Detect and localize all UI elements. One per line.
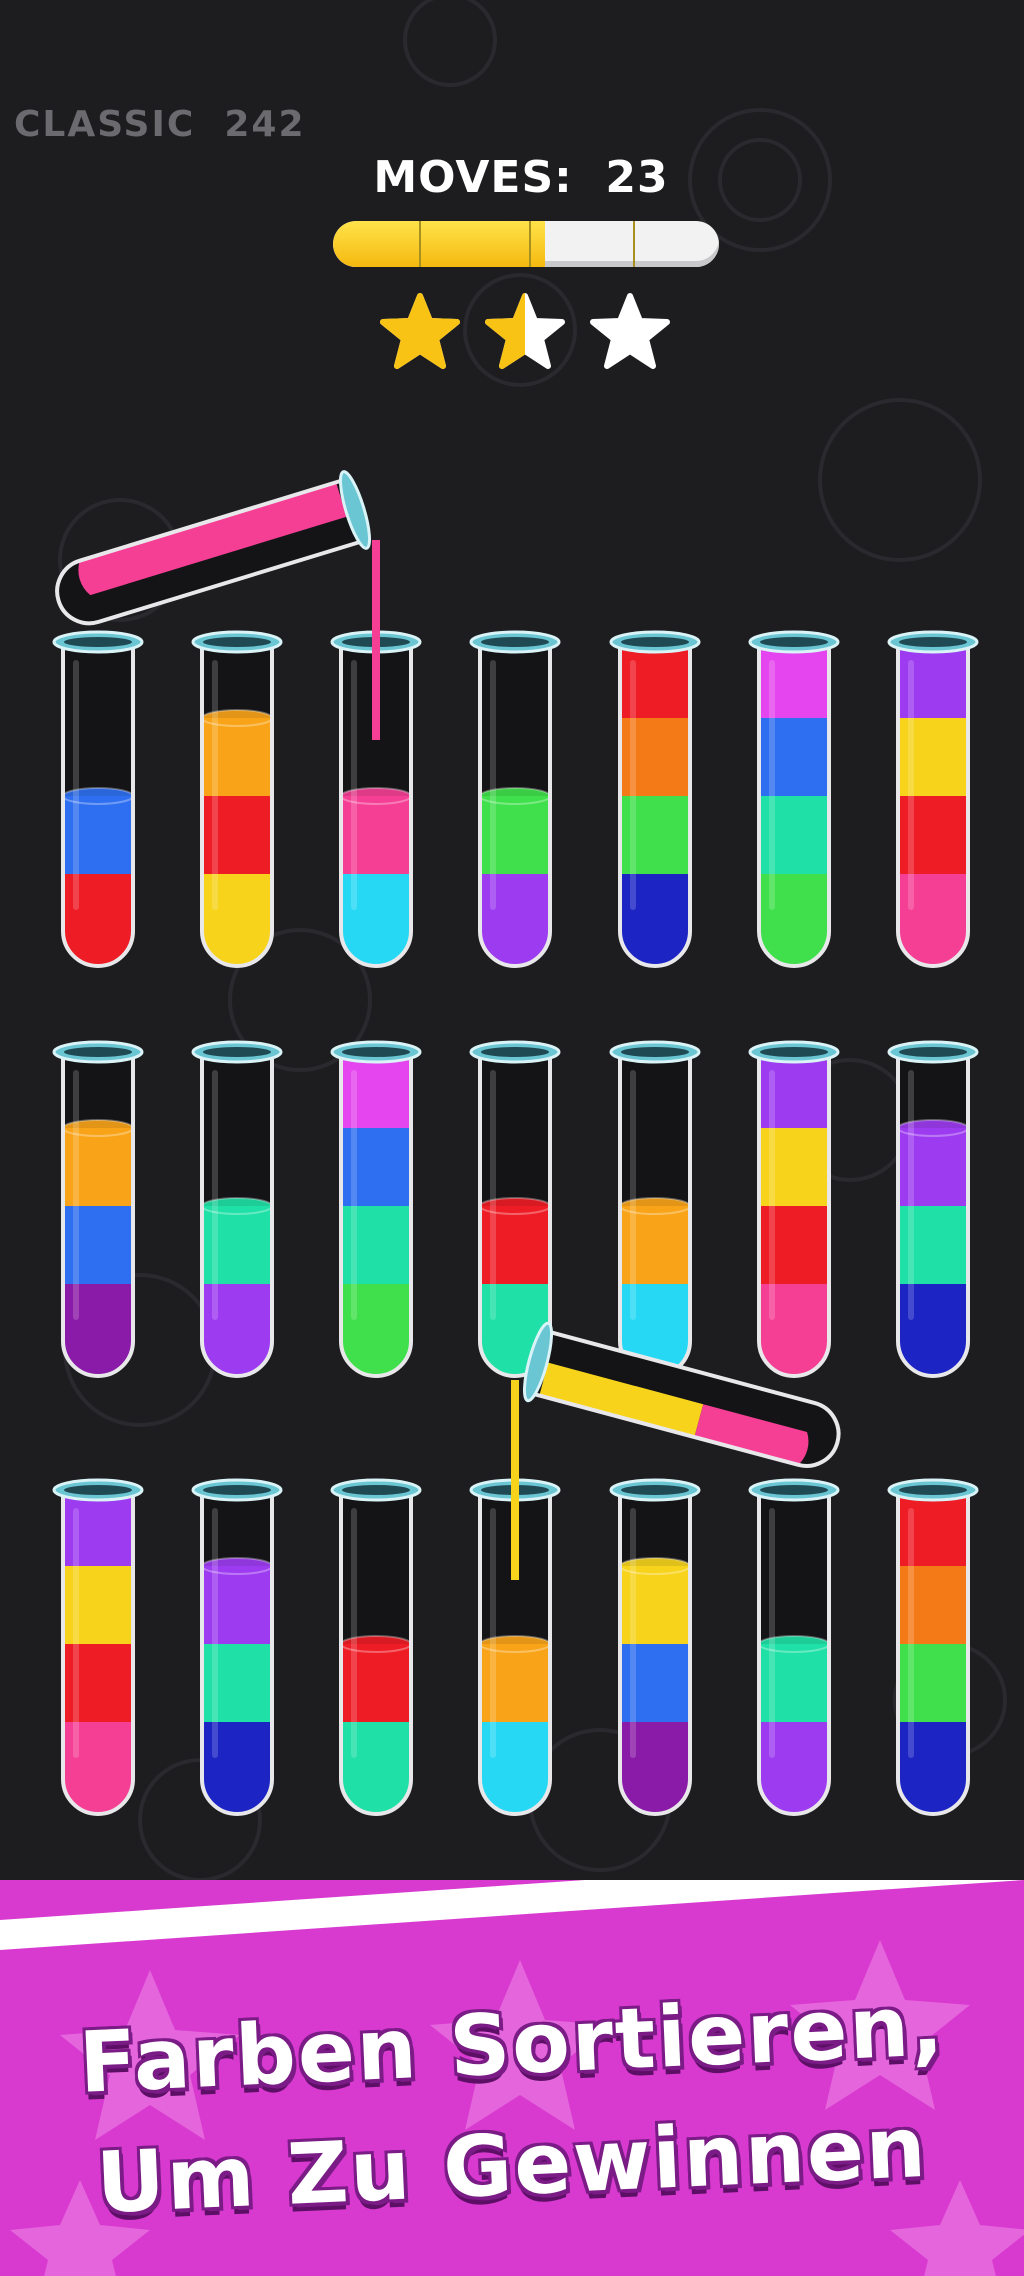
liquid-layer-green — [620, 796, 690, 874]
game-board — [52, 470, 979, 1818]
promo-banner: Farben Sortieren, Um Zu Gewinnen — [0, 1880, 1024, 2276]
pour-stream — [511, 1380, 519, 1580]
liquid-layer-teal — [202, 1206, 272, 1284]
tube[interactable] — [748, 1040, 840, 1380]
tube[interactable] — [52, 1040, 144, 1380]
liquid-layer-orange — [480, 1644, 550, 1722]
tube[interactable] — [191, 630, 283, 970]
liquid-layer-blue — [63, 1206, 133, 1284]
liquid-layer-green — [480, 796, 550, 874]
liquid-layer-teal — [759, 1644, 829, 1722]
pour-stream — [372, 540, 380, 740]
tube[interactable] — [52, 630, 144, 970]
liquid-layer-red — [480, 1206, 550, 1284]
liquid-layer-purple — [898, 1128, 968, 1206]
liquid-layer-green — [898, 1644, 968, 1722]
tube[interactable] — [887, 1040, 979, 1380]
tube[interactable] — [609, 1478, 701, 1818]
liquid-layer-yellow — [898, 718, 968, 796]
liquid-layer-red — [63, 1644, 133, 1722]
liquid-layer-teal — [898, 1206, 968, 1284]
tube[interactable] — [609, 630, 701, 970]
liquid-layer-blue — [620, 1644, 690, 1722]
liquid-layer-orange — [620, 1206, 690, 1284]
liquid-layer-darkorange — [620, 718, 690, 796]
liquid-layer-teal — [341, 1206, 411, 1284]
tube[interactable] — [191, 1478, 283, 1818]
liquid-layer-orange — [63, 1128, 133, 1206]
liquid-layer-red — [898, 796, 968, 874]
liquid-layer-blue — [63, 796, 133, 874]
liquid-layer-pink — [341, 796, 411, 874]
tube[interactable] — [330, 1478, 422, 1818]
tube[interactable] — [330, 1040, 422, 1380]
liquid-layer-red — [341, 1644, 411, 1722]
tube[interactable] — [748, 1478, 840, 1818]
tube[interactable] — [887, 630, 979, 970]
liquid-layer-teal — [759, 796, 829, 874]
tube[interactable] — [191, 1040, 283, 1380]
tube[interactable] — [887, 1478, 979, 1818]
liquid-layer-yellow — [620, 1566, 690, 1644]
liquid-layer-orange — [202, 718, 272, 796]
tube[interactable] — [748, 630, 840, 970]
liquid-layer-darkorange — [898, 1566, 968, 1644]
liquid-layer-yellow — [63, 1566, 133, 1644]
liquid-layer-red — [759, 1206, 829, 1284]
liquid-layer-yellow — [759, 1128, 829, 1206]
tube[interactable] — [469, 630, 561, 970]
tube[interactable] — [609, 1040, 701, 1380]
tube[interactable] — [52, 1478, 144, 1818]
liquid-layer-blue — [759, 718, 829, 796]
liquid-layer-teal — [202, 1644, 272, 1722]
liquid-layer-red — [202, 796, 272, 874]
liquid-layer-blue — [341, 1128, 411, 1206]
liquid-layer-purple — [202, 1566, 272, 1644]
